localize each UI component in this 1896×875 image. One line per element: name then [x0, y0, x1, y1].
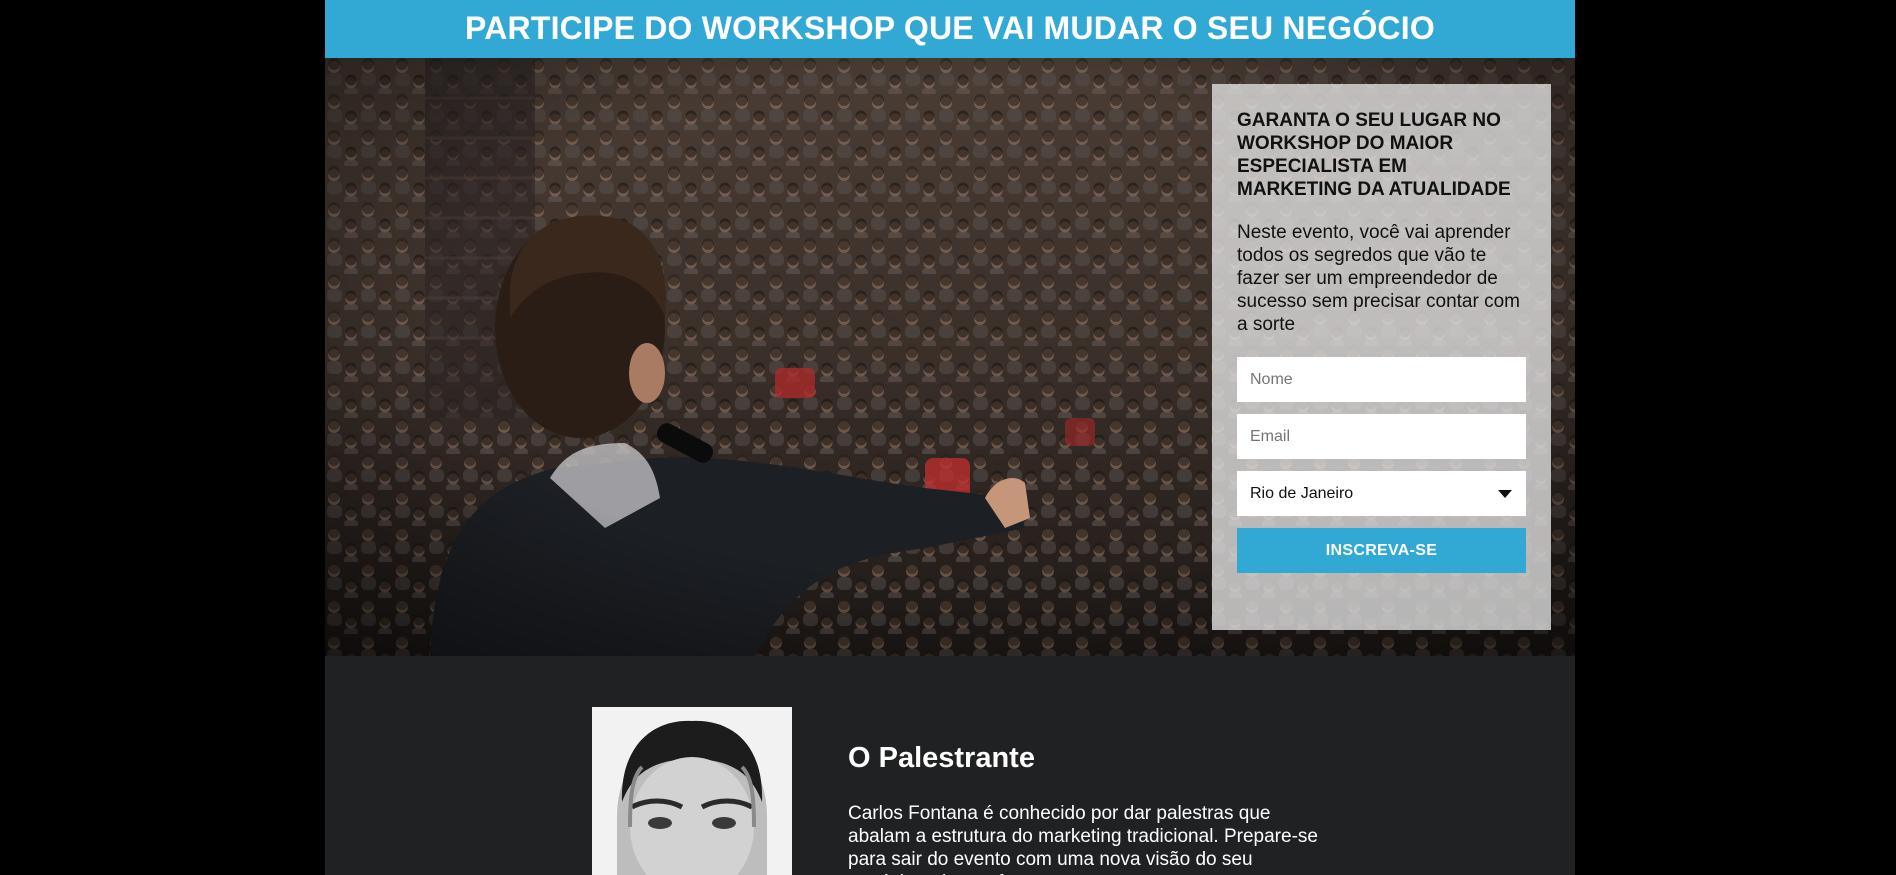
speaker-bio: Carlos Fontana é conhecido por dar pales… [848, 803, 1318, 875]
landing-page: PARTICIPE DO WORKSHOP QUE VAI MUDAR O SE… [325, 0, 1575, 875]
speaker-photo [592, 707, 792, 875]
subscribe-button[interactable]: INSCREVA-SE [1237, 528, 1526, 573]
speaker-title: O Palestrante [848, 742, 1035, 774]
city-select-value: Rio de Janeiro [1250, 485, 1354, 502]
banner-title: PARTICIPE DO WORKSHOP QUE VAI MUDAR O SE… [465, 10, 1435, 46]
top-banner: PARTICIPE DO WORKSHOP QUE VAI MUDAR O SE… [325, 0, 1575, 58]
city-select[interactable]: Rio de Janeiro [1237, 471, 1526, 516]
email-input[interactable] [1237, 414, 1526, 459]
hero-section: GARANTA O SEU LUGAR NO WORKSHOP DO MAIOR… [325, 58, 1575, 656]
signup-heading: GARANTA O SEU LUGAR NO WORKSHOP DO MAIOR… [1237, 110, 1511, 200]
signup-description: Neste evento, você vai aprender todos os… [1237, 222, 1520, 335]
speaker-portrait-image [592, 707, 792, 875]
signup-panel: GARANTA O SEU LUGAR NO WORKSHOP DO MAIOR… [1212, 84, 1551, 630]
name-input[interactable] [1237, 357, 1526, 402]
chevron-down-icon [1498, 490, 1512, 498]
